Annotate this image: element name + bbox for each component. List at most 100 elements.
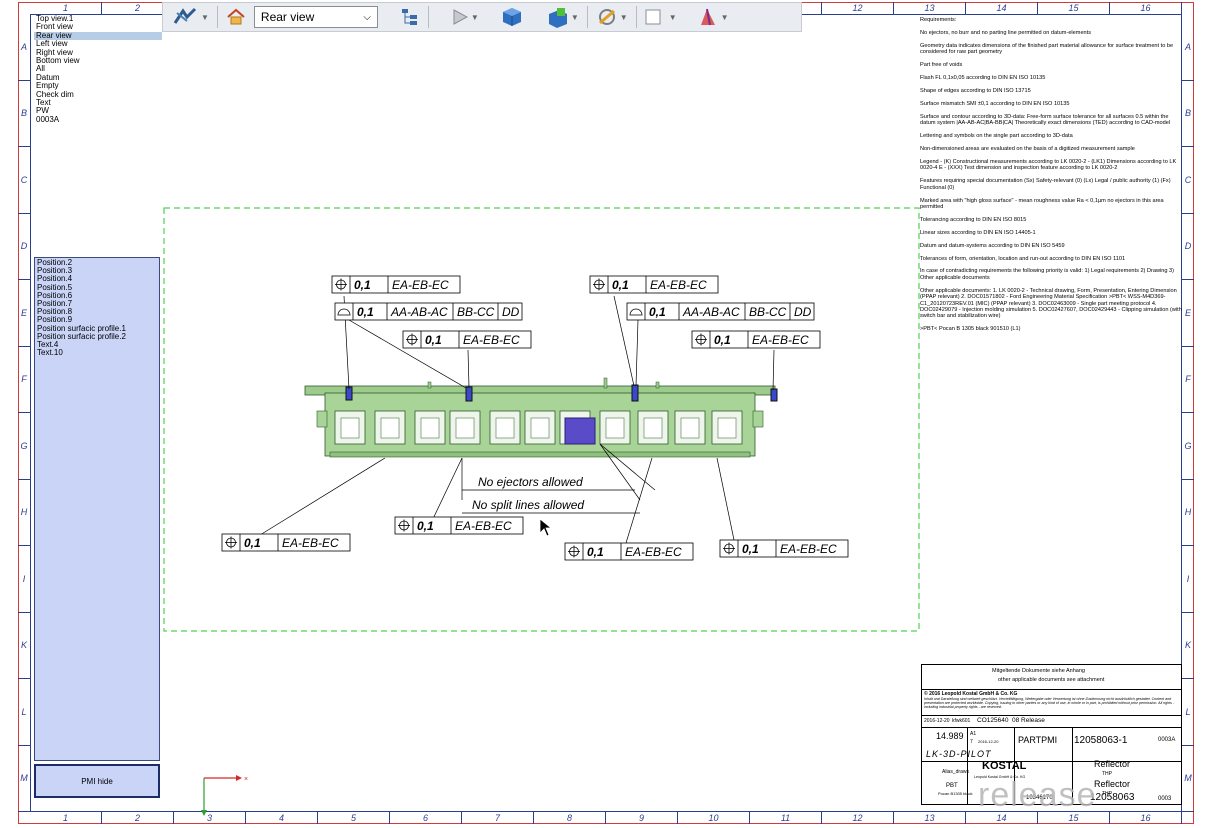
ruler-col-label: 4 <box>246 812 318 824</box>
fcf-tolerance: 0,1 <box>612 278 629 292</box>
ruler-row-label: B <box>18 81 30 147</box>
ruler-col-label: 15 <box>1038 2 1110 14</box>
ruler-row-label: H <box>18 480 30 546</box>
note-paragraph: In case of contradicting requirements th… <box>920 268 1175 281</box>
select-icon[interactable]: ▼ <box>169 5 213 29</box>
view-select[interactable]: Rear view ⌵ <box>253 6 378 28</box>
ruler-right: ABCDEFGHIKLM <box>1182 14 1194 812</box>
drawing-view: 0,1 EA-EB-EC 0,1 AA-AB-AC BB-CC DD 0,1 EA-EB-EC… <box>163 207 920 632</box>
chevron-down-icon: ⌵ <box>363 11 371 23</box>
ruler-col-label: 2 <box>102 812 174 824</box>
fcf-box: 0,1 EA-EB-EC <box>394 516 524 535</box>
checkbox-icon[interactable]: ▼ <box>641 5 681 29</box>
note-paragraph: Part free of voids <box>920 62 963 69</box>
capture-item[interactable]: Text.10 <box>35 349 159 357</box>
pmi-hide-label: PMI hide <box>81 776 113 786</box>
part-name-2: Reflector <box>1094 779 1131 789</box>
revision-date: 2016-12-20 <box>978 739 999 744</box>
ruler-row-label: C <box>18 147 30 214</box>
document-index: 0003A <box>1158 737 1176 743</box>
part-index: 0003 <box>1158 796 1172 802</box>
part-reflector <box>304 377 778 458</box>
fcf-datum: EA-EB-EC <box>780 542 837 556</box>
ruler-row-label: L <box>18 679 30 746</box>
view-select-value: Rear view <box>260 10 315 24</box>
axis-triad: × <box>201 775 248 816</box>
pmi-hide-button[interactable]: PMI hide <box>34 764 160 798</box>
fcf-datum: EA-EB-EC <box>752 333 809 347</box>
color-icon[interactable]: ▼ <box>693 5 733 29</box>
fcf-datum: EA-EB-EC <box>463 333 520 347</box>
fcf-box: 0,1 EA-EB-EC <box>402 330 532 349</box>
fcf-datum-2: BB-CC <box>457 305 495 319</box>
tree-icon[interactable] <box>396 5 424 29</box>
ruler-col-label: 10 <box>678 812 750 824</box>
note-paragraph: Other applicable documents: 1. LK 0020-2… <box>920 287 1182 320</box>
part-cell-inner <box>495 417 515 439</box>
fcf-tolerance: 0,1 <box>714 333 731 347</box>
ruler-row-label: M <box>18 746 30 812</box>
view-item[interactable]: 0003A <box>34 115 162 124</box>
note-paragraph: Tolerances of form, orientation, locatio… <box>920 255 1126 262</box>
fcf-tolerance: 0,1 <box>354 278 371 292</box>
view-item[interactable]: Check dim <box>34 90 162 99</box>
change-number: CO125640 <box>977 717 1009 724</box>
ruler-col-label: 1 <box>30 812 102 824</box>
measure-icon[interactable]: ▼ <box>592 5 632 29</box>
ruler-col-label: 16 <box>1110 812 1182 824</box>
ruler-row-label: I <box>1182 546 1194 613</box>
ruler-row-label: B <box>1182 81 1194 147</box>
section-icon[interactable]: ▼ <box>541 5 583 29</box>
ruler-row-label: A <box>18 14 30 81</box>
document-kind: PARTPMI <box>1018 735 1058 745</box>
ruler-col-label: 11 <box>750 812 822 824</box>
standard-name: LK-3D-PILOT <box>926 749 992 759</box>
ruler-row-label: K <box>1182 613 1194 679</box>
fcf-tolerance: 0,1 <box>425 333 442 347</box>
fcf-datum-3: DD <box>794 305 812 319</box>
ruler-row-label: E <box>18 280 30 347</box>
ruler-row-label: H <box>1182 480 1194 546</box>
note-paragraph: Marked area with "high gloss surface" - … <box>920 197 1164 210</box>
ruler-row-label: G <box>1182 413 1194 480</box>
weight-value: 14.989 <box>936 731 964 741</box>
ruler-col-label: 12 <box>822 812 894 824</box>
mouse-cursor-icon <box>539 518 553 537</box>
ruler-row-label: E <box>1182 280 1194 347</box>
note-paragraph: Linear sizes according to DIN EN ISO 144… <box>920 229 1036 236</box>
fcf-tolerance: 0,1 <box>587 545 604 559</box>
ruler-col-label: 7 <box>462 812 534 824</box>
fcf-datum: EA-EB-EC <box>392 278 449 292</box>
ruler-row-label: F <box>1182 347 1194 413</box>
fcf-datum: EA-EB-EC <box>650 278 707 292</box>
sheet-format: A1 <box>970 731 977 737</box>
company-logo: KOSTAL <box>982 760 1027 772</box>
ruler-row-label: K <box>18 613 30 679</box>
note-paragraph: Tolerancing according to DIN EN ISO 8015 <box>920 216 1027 223</box>
cube-icon[interactable] <box>497 5 527 29</box>
toolbar-separator <box>427 6 429 28</box>
ruler-row-label: G <box>18 413 30 480</box>
note-paragraph: >PBT< Pocan B 1305 black 901510 (L1) <box>920 326 1021 333</box>
fcf-datum-1: AA-AB-AC <box>682 305 740 319</box>
part-cell-inner <box>605 417 625 439</box>
material: PBT <box>946 783 958 789</box>
note-paragraph: Lettering and symbols on the single part… <box>920 133 1073 140</box>
alias: Alias_draws <box>942 769 969 775</box>
note-paragraph: Legend - (K) Constructional measurements… <box>920 158 1177 172</box>
fcf-datum-3: DD <box>502 305 520 319</box>
fcf-box: 0,1 EA-EB-EC <box>719 539 849 558</box>
ruler-row-label: M <box>1182 746 1194 812</box>
revision: 7 <box>970 739 973 745</box>
note-paragraph: Requirements: <box>920 17 957 23</box>
home-icon[interactable] <box>222 5 250 29</box>
no-ejectors-note: No ejectors allowed <box>478 475 583 489</box>
svg-text:×: × <box>244 776 248 783</box>
ruler-col-label: 14 <box>966 2 1038 14</box>
part-cell-inner <box>680 417 700 439</box>
fcf-tolerance: 0,1 <box>357 305 374 319</box>
part-cell-inner <box>530 417 550 439</box>
view-item[interactable]: Text <box>34 98 162 107</box>
view-item[interactable]: Bottom view <box>34 56 162 65</box>
play-icon[interactable]: ▼ <box>447 5 483 29</box>
